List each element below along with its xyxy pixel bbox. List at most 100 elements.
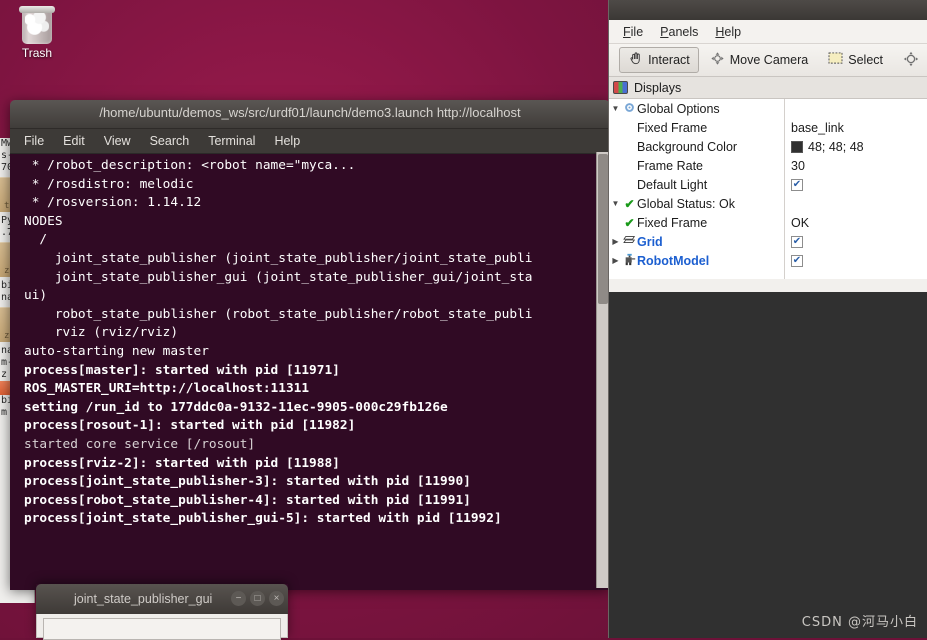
terminal-line: process[master]: started with pid [11971…: [24, 362, 610, 381]
terminal-line: ROS_MASTER_URI=http://localhost:11311: [24, 380, 610, 399]
rviz-menu-panels[interactable]: Panels: [660, 25, 698, 39]
tool-select-label: Select: [848, 53, 883, 67]
terminal-line: rviz (rviz/rviz): [24, 324, 610, 343]
rviz-menu-help[interactable]: Help: [715, 25, 741, 39]
rviz-menu-panels-rest: anels: [669, 25, 699, 39]
tree-label[interactable]: Grid: [637, 235, 663, 249]
menu-help[interactable]: Help: [274, 134, 300, 148]
rviz-menu-file-rest: ile: [631, 25, 644, 39]
terminal-line: setting /run_id to 177ddc0a-9132-11ec-99…: [24, 399, 610, 418]
robot-icon: [622, 253, 637, 269]
terminal-line: joint_state_publisher (joint_state_publi…: [24, 250, 610, 269]
joint-state-publisher-gui-window[interactable]: joint_state_publisher_gui − □ ×: [36, 584, 288, 638]
default-light-checkbox[interactable]: ✔: [791, 179, 803, 191]
maximize-button[interactable]: □: [250, 591, 265, 606]
tree-row-global-status[interactable]: ▼ ✔ Global Status: Ok: [609, 194, 927, 213]
menu-edit[interactable]: Edit: [63, 134, 85, 148]
rviz-menubar[interactable]: File Panels Help: [609, 20, 927, 44]
terminal-line: process[joint_state_publisher-3]: starte…: [24, 473, 610, 492]
menu-terminal[interactable]: Terminal: [208, 134, 255, 148]
grid-icon: [622, 234, 637, 249]
bg-thumb-label: z: [4, 266, 9, 276]
terminal-line: process[rviz-2]: started with pid [11988…: [24, 455, 610, 474]
scrollbar-thumb[interactable]: [598, 154, 608, 304]
tree-label: Global Options: [637, 102, 720, 116]
terminal-titlebar[interactable]: /home/ubuntu/demos_ws/src/urdf01/launch/…: [10, 100, 610, 129]
terminal-window[interactable]: /home/ubuntu/demos_ws/src/urdf01/launch/…: [10, 100, 610, 588]
tool-interact-label: Interact: [648, 53, 690, 67]
jsp-titlebar[interactable]: joint_state_publisher_gui − □ ×: [36, 584, 288, 614]
rviz-menu-help-rest: elp: [724, 25, 741, 39]
rviz-toolbar[interactable]: Interact Move Camera Select: [609, 44, 927, 77]
chevron-down-icon[interactable]: ▼: [609, 199, 622, 208]
trash-can-glyph: [19, 4, 55, 44]
tree-row-fixed-frame[interactable]: Fixed Frame base_link: [609, 118, 927, 137]
terminal-line: joint_state_publisher_gui (joint_state_p…: [24, 269, 610, 288]
displays-tree[interactable]: ▼ Global Options Fixed Frame base_link: [609, 99, 927, 279]
tree-row-global-options[interactable]: ▼ Global Options: [609, 99, 927, 118]
rviz-menu-file[interactable]: File: [623, 25, 643, 39]
move-camera-icon: [710, 51, 725, 69]
color-swatch[interactable]: [791, 141, 803, 153]
menu-file[interactable]: File: [24, 134, 44, 148]
tree-row-background-color[interactable]: Background Color 48; 48; 48: [609, 137, 927, 156]
bg-thumb-label: z: [4, 331, 9, 341]
tool-move-camera[interactable]: Move Camera: [701, 47, 818, 73]
rviz-titlebar[interactable]: [609, 0, 927, 20]
jsp-slider-area[interactable]: [43, 618, 281, 640]
frame-rate-value: 30: [791, 159, 805, 173]
grid-checkbox[interactable]: ✔: [791, 236, 803, 248]
tree-value[interactable]: base_link: [791, 121, 844, 135]
terminal-line: process[robot_state_publisher-4]: starte…: [24, 492, 610, 511]
tree-label[interactable]: RobotModel: [637, 254, 709, 268]
toolbar-grip[interactable]: [613, 50, 614, 70]
tree-value[interactable]: 30: [791, 159, 805, 173]
terminal-line: process[joint_state_publisher_gui-5]: st…: [24, 510, 610, 529]
tree-row-robotmodel[interactable]: ▶ RobotModel ✔: [609, 251, 927, 270]
robotmodel-checkbox[interactable]: ✔: [791, 255, 803, 267]
chevron-down-icon[interactable]: ▼: [609, 104, 622, 113]
tool-focus-camera[interactable]: [894, 47, 927, 73]
rviz-window[interactable]: File Panels Help Interact Move Camera: [608, 0, 927, 638]
terminal-line: NODES: [24, 213, 610, 232]
tool-move-camera-label: Move Camera: [730, 53, 809, 67]
tree-label: Frame Rate: [637, 159, 703, 173]
tree-label: Background Color: [637, 140, 737, 154]
terminal-output[interactable]: * /robot_description: <robot name="myca.…: [10, 154, 610, 590]
tree-label: Default Light: [637, 178, 707, 192]
trash-label: Trash: [2, 46, 72, 60]
tree-value[interactable]: ✔: [791, 236, 803, 248]
terminal-line: * /rosdistro: melodic: [24, 176, 610, 195]
menu-view[interactable]: View: [104, 134, 131, 148]
tool-interact[interactable]: Interact: [619, 47, 699, 73]
desktop-background: Trash Mw s-1 703 ta Pyt .7. z bit nai z …: [0, 0, 927, 638]
chevron-right-icon[interactable]: ▶: [609, 237, 622, 246]
terminal-line: started core service [/rosout]: [24, 436, 610, 455]
tree-value[interactable]: ✔: [791, 179, 803, 191]
displays-panel-title: Displays: [634, 81, 681, 95]
background-color-value: 48; 48; 48: [808, 140, 864, 154]
terminal-menubar[interactable]: File Edit View Search Terminal Help: [10, 129, 610, 154]
tree-label: Global Status: Ok: [637, 197, 735, 211]
menu-search[interactable]: Search: [150, 134, 190, 148]
tree-value[interactable]: 48; 48; 48: [791, 140, 864, 154]
hand-icon: [628, 51, 643, 69]
trash-icon[interactable]: Trash: [2, 4, 72, 60]
displays-icon: [613, 81, 628, 94]
jsp-body: [36, 614, 288, 638]
jsp-title: joint_state_publisher_gui: [36, 592, 212, 606]
minimize-button[interactable]: −: [231, 591, 246, 606]
rviz-3d-viewport[interactable]: CSDN @河马小白: [609, 292, 927, 638]
chevron-right-icon[interactable]: ▶: [609, 256, 622, 265]
terminal-line: * /robot_description: <robot name="myca.…: [24, 157, 610, 176]
tree-value: OK: [791, 216, 809, 230]
terminal-line: process[rosout-1]: started with pid [119…: [24, 417, 610, 436]
close-button[interactable]: ×: [269, 591, 284, 606]
tree-row-status-fixed-frame[interactable]: ✔ Fixed Frame OK: [609, 213, 927, 232]
tree-value[interactable]: ✔: [791, 255, 803, 267]
tree-row-grid[interactable]: ▶ Grid ✔: [609, 232, 927, 251]
tool-select[interactable]: Select: [819, 47, 892, 73]
tree-row-default-light[interactable]: Default Light ✔: [609, 175, 927, 194]
tree-row-frame-rate[interactable]: Frame Rate 30: [609, 156, 927, 175]
terminal-title: /home/ubuntu/demos_ws/src/urdf01/launch/…: [10, 105, 610, 120]
